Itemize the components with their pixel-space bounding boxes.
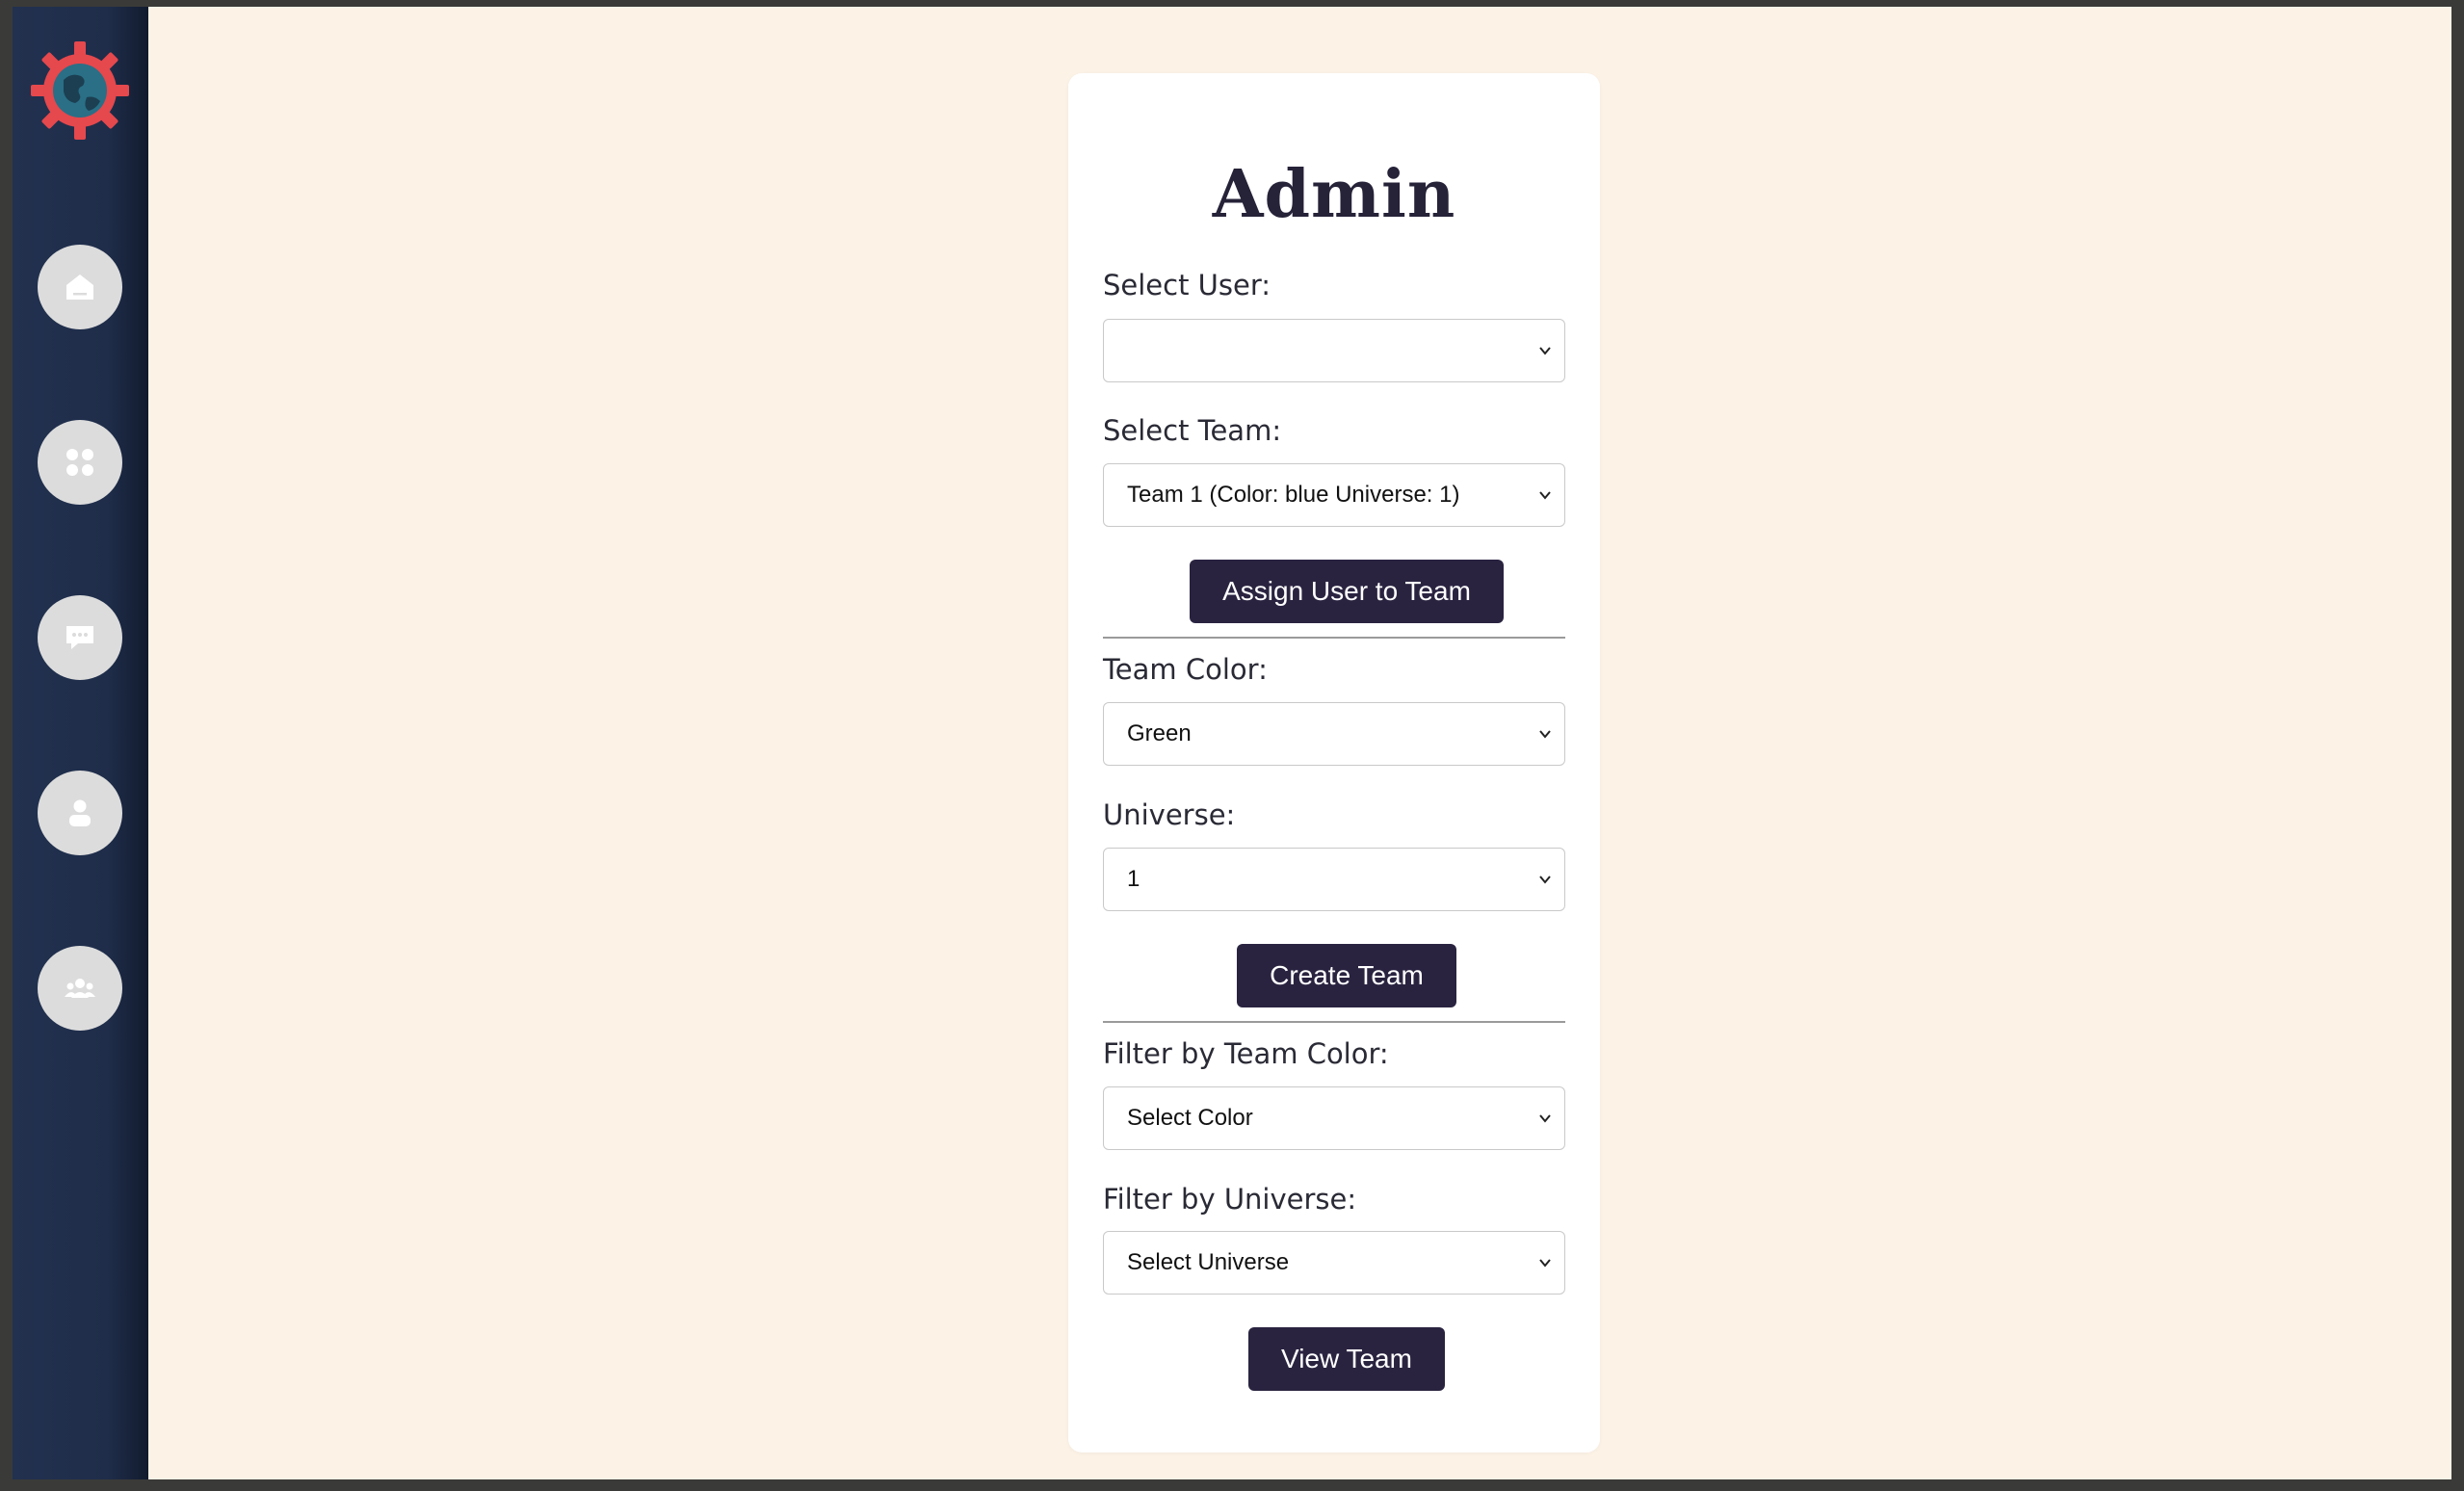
- divider: [1103, 637, 1565, 639]
- filter-color-dropdown[interactable]: Select Color: [1103, 1086, 1565, 1150]
- chevron-down-icon: [1539, 1114, 1551, 1123]
- sidebar-item-chat[interactable]: [38, 595, 122, 680]
- page-title: Admin: [1212, 156, 1456, 233]
- filter-color-value: Select Color: [1127, 1105, 1253, 1131]
- create-team-button[interactable]: Create Team: [1237, 944, 1456, 1007]
- team-color-value: Green: [1127, 720, 1192, 746]
- group-icon: [65, 979, 95, 998]
- divider: [1103, 1021, 1565, 1023]
- select-user-dropdown[interactable]: [1103, 319, 1565, 382]
- team-color-dropdown[interactable]: Green: [1103, 702, 1565, 766]
- app-window: Admin Select User: Select Team: Team 1 (…: [13, 7, 2451, 1479]
- select-team-dropdown[interactable]: Team 1 (Color: blue Universe: 1): [1103, 463, 1565, 527]
- filter-universe-label: Filter by Universe:: [1103, 1183, 1357, 1216]
- assign-user-button[interactable]: Assign User to Team: [1190, 560, 1504, 623]
- select-team-label: Select Team:: [1103, 414, 1282, 447]
- select-user-label: Select User:: [1103, 269, 1271, 301]
- universe-dropdown[interactable]: 1: [1103, 848, 1565, 911]
- chevron-down-icon: [1539, 491, 1551, 500]
- sidebar: [13, 7, 148, 1479]
- filter-universe-dropdown[interactable]: Select Universe: [1103, 1231, 1565, 1295]
- filter-color-label: Filter by Team Color:: [1103, 1037, 1389, 1070]
- chevron-down-icon: [1539, 876, 1551, 884]
- team-color-label: Team Color:: [1103, 653, 1268, 686]
- universe-value: 1: [1127, 866, 1140, 892]
- view-team-button[interactable]: View Team: [1248, 1327, 1445, 1391]
- apps-grid-icon: [66, 449, 93, 476]
- sidebar-item-apps[interactable]: [38, 420, 122, 505]
- chevron-down-icon: [1539, 347, 1551, 355]
- user-icon: [69, 799, 91, 826]
- chevron-down-icon: [1539, 730, 1551, 739]
- chevron-down-icon: [1539, 1259, 1551, 1268]
- gear-globe-logo[interactable]: [27, 38, 133, 144]
- home-icon: [66, 275, 93, 300]
- chat-icon: [66, 626, 93, 649]
- universe-label: Universe:: [1103, 798, 1236, 831]
- filter-universe-value: Select Universe: [1127, 1249, 1290, 1275]
- sidebar-item-teams[interactable]: [38, 946, 122, 1031]
- sidebar-item-home[interactable]: [38, 245, 122, 329]
- admin-card: Admin Select User: Select Team: Team 1 (…: [1068, 73, 1600, 1452]
- select-team-value: Team 1 (Color: blue Universe: 1): [1127, 482, 1460, 508]
- sidebar-item-profile[interactable]: [38, 771, 122, 855]
